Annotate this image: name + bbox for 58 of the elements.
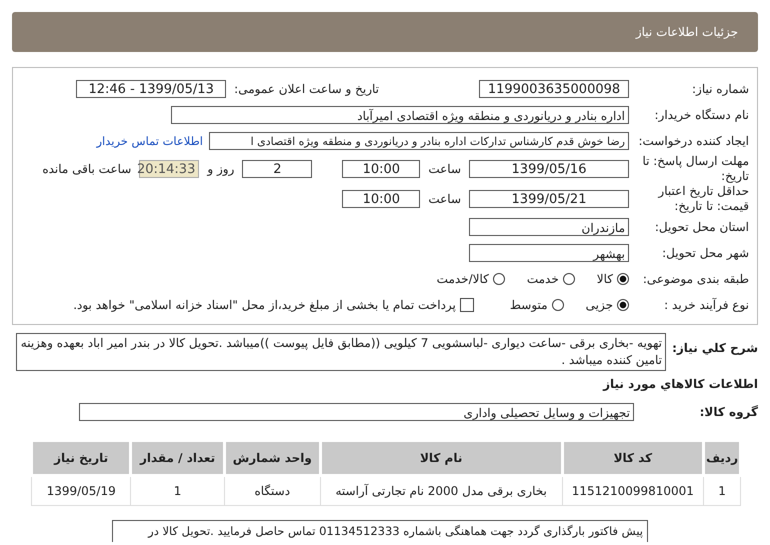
buyer-field: اداره بنادر و دریانوردی و منطقه ویژه اقتصادی امیرآباد: [171, 106, 629, 124]
column-header: کد کالا: [562, 440, 704, 476]
table-cell: 1: [130, 476, 224, 506]
table-cell: بخاری برقی مدل 2000 نام تجارتی آراسته: [320, 476, 562, 506]
city-field: بهشهر: [469, 244, 629, 262]
field-label: ساعت: [428, 192, 461, 206]
column-header: تاریخ نیاز: [32, 440, 131, 476]
field-label: طبقه بندی موضوعی:: [642, 272, 749, 286]
radio-button[interactable]: [552, 299, 564, 311]
field-label: تاریخ و ساعت اعلان عمومی:: [234, 82, 379, 96]
field-label: شماره نیاز:: [691, 82, 749, 96]
description-field: تهویه -بخاری برقی -ساعت دیواری -لباسشویی 7 کیلویی ((مطابق فایل پیوست ))میباشد .تحویل کالا در بندر امیر اباد بعهده وهزینه تامین کننده میباشد .: [16, 333, 666, 371]
table-cell: دستگاه: [224, 476, 320, 506]
radio-label: متوسط: [510, 298, 548, 312]
field-label: ایجاد کننده درخواست:: [637, 134, 749, 148]
field-label: نوع فرآیند خرید :: [663, 298, 749, 312]
goods-group-field: تجهیزات و وسایل تحصیلی واداری: [79, 403, 634, 421]
announce-date-field: 1399/05/13 - 12:46: [76, 80, 226, 98]
field-label: ساعت: [428, 162, 461, 176]
radio-label: خدمت: [526, 272, 559, 286]
checkbox[interactable]: [460, 298, 474, 312]
buyer-contact-link[interactable]: اطلاعات تماس خریدار: [96, 134, 203, 148]
need-number-field: 1199003635000098: [479, 80, 629, 98]
column-header: واحد شمارش: [224, 440, 320, 476]
validity-date-field: 1399/05/21: [469, 190, 629, 208]
table-cell: 1151210099810001: [562, 476, 704, 506]
column-header: ردیف: [704, 440, 740, 476]
days-field: 2: [242, 160, 312, 178]
column-header: تعداد / مقدار: [130, 440, 224, 476]
field-label: روز و: [207, 162, 234, 176]
validity-time-field: 10:00: [342, 190, 420, 208]
field-label: نام دستگاه خریدار:: [654, 108, 749, 122]
table-cell: 1399/05/19: [32, 476, 131, 506]
province-field: مازندران: [469, 218, 629, 236]
field-label: شرح کلي نياز:: [671, 340, 758, 357]
creator-field: رضا خوش قدم کارشناس تدارکات اداره بنادر و دریانوردی و منطقه ویژه اقتصادی ا: [209, 132, 629, 150]
deadline-time-field: 10:00: [342, 160, 420, 178]
deadline-date-field: 1399/05/16: [469, 160, 629, 178]
field-label: مهلت ارسال پاسخ: تا تاریخ:: [641, 154, 749, 184]
radio-button[interactable]: [562, 273, 575, 285]
note-field: پیش فاکتور بارگذاری گردد جهت هماهنگی باشماره 01134512333 تماس حاصل فرمایید .تحویل کالا در: [112, 520, 648, 542]
radio-label: کالا: [596, 272, 613, 286]
radio-label: جزیی: [586, 298, 613, 312]
radio-button[interactable]: [492, 273, 505, 285]
countdown-field: 20:14:33: [139, 160, 200, 178]
field-label: حداقل تاریخ اعتبار قیمت: تا تاریخ:: [656, 184, 749, 214]
column-header: نام کالا: [320, 440, 562, 476]
field-label: استان محل تحویل:: [654, 220, 749, 234]
field-label: گروه کالا:: [698, 404, 758, 421]
section-title: اطلاعات کالاهاي مورد نياز: [602, 376, 758, 393]
radio-button[interactable]: [617, 299, 629, 311]
field-label: ساعت باقی مانده: [42, 162, 132, 176]
checkbox-label: پرداخت تمام یا بخشی از مبلغ خرید،از محل "اسناد خزانه اسلامی" خواهد بود.: [73, 298, 456, 312]
field-label: شهر محل تحویل:: [661, 246, 749, 260]
radio-label: کالا/خدمت: [436, 272, 489, 286]
table-cell: 1: [704, 476, 740, 506]
page-title: جزئیات اطلاعات نیاز: [636, 25, 738, 39]
radio-button[interactable]: [617, 273, 629, 285]
